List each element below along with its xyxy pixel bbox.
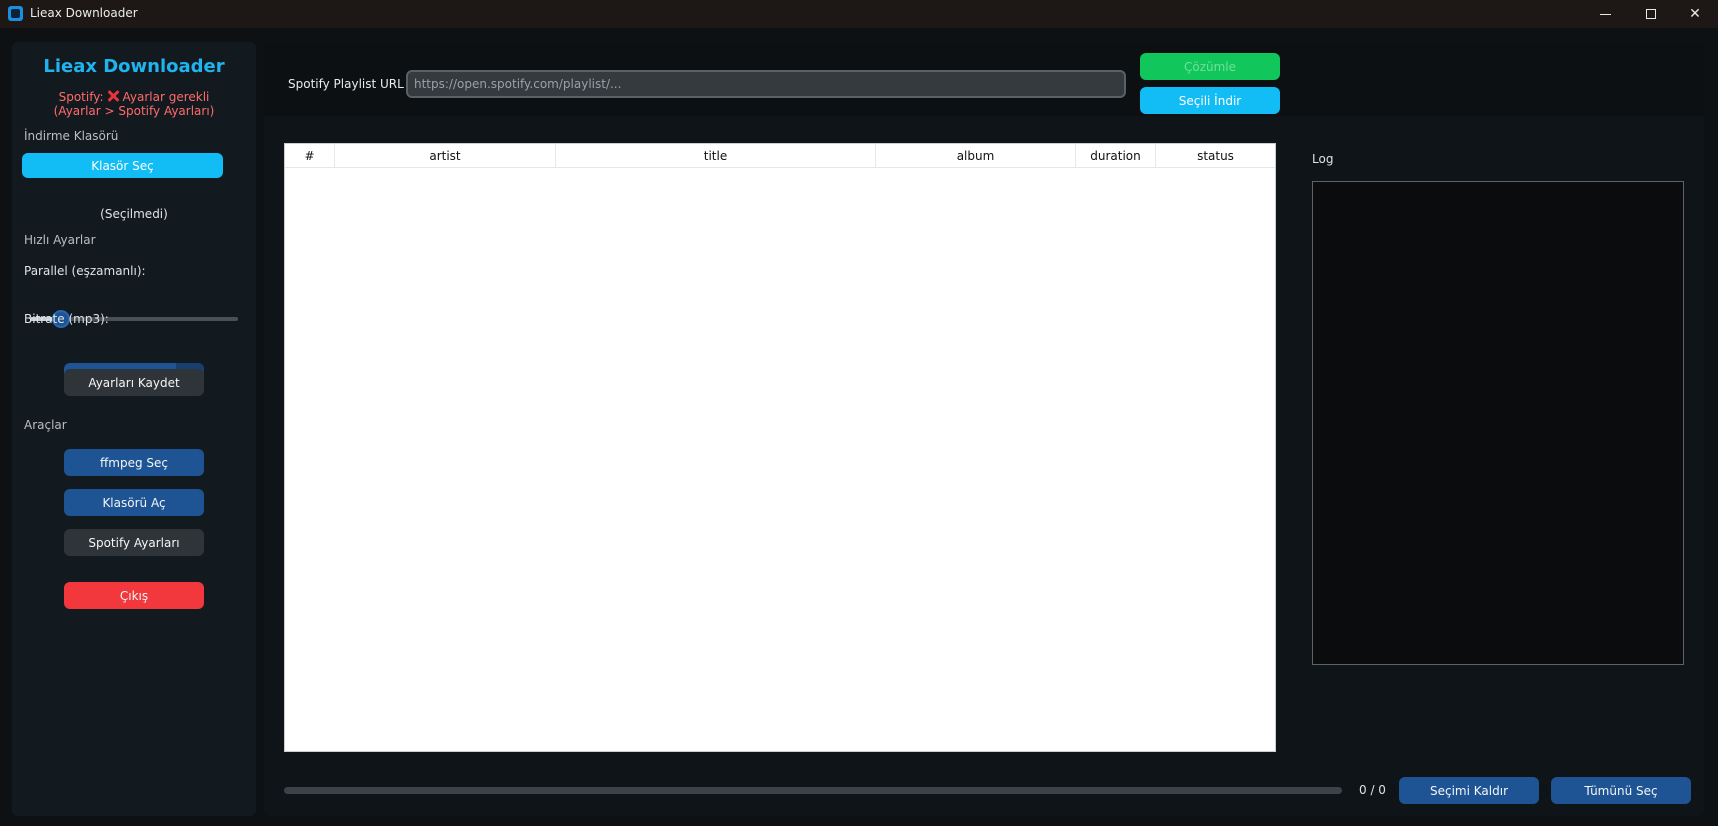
minimize-button[interactable]	[1582, 0, 1628, 28]
app-title: Lieax Downloader	[43, 56, 225, 77]
log-label: Log	[1312, 152, 1334, 166]
spotify-status: Spotify: Ayarlar gerekli	[12, 89, 256, 104]
column-header-album[interactable]: album	[876, 144, 1076, 168]
app-icon	[8, 6, 23, 21]
spotify-status-hint: (Ayarlar > Spotify Ayarları)	[53, 104, 215, 118]
parallel-label: Parallel (eşzamanlı):	[24, 264, 146, 278]
title-bar: Lieax Downloader ✕	[0, 0, 1718, 28]
column-header-title[interactable]: title	[556, 144, 876, 168]
spotify-settings-button[interactable]: Spotify Ayarları	[64, 529, 204, 556]
open-folder-button[interactable]: Klasörü Aç	[64, 489, 204, 516]
column-header-index[interactable]: #	[285, 144, 335, 168]
quick-settings-label: Hızlı Ayarlar	[24, 233, 96, 247]
bitrate-label: Bitrate (mp3):	[24, 312, 109, 326]
progress-bar	[284, 787, 1342, 794]
save-settings-button[interactable]: Ayarları Kaydet	[64, 369, 204, 396]
close-icon: ✕	[1689, 6, 1701, 22]
url-placeholder: https://open.spotify.com/playlist/...	[414, 77, 622, 91]
url-label: Spotify Playlist URL	[288, 77, 404, 91]
table-header: # artist title album duration status	[285, 144, 1275, 168]
exit-button[interactable]: Çıkış	[64, 582, 204, 609]
tools-label: Araçlar	[24, 418, 67, 432]
track-table[interactable]: # artist title album duration status	[284, 143, 1276, 752]
select-folder-button[interactable]: Klasör Seç	[22, 153, 223, 178]
close-button[interactable]: ✕	[1672, 0, 1718, 28]
window-title: Lieax Downloader	[30, 6, 138, 20]
url-bar: Spotify Playlist URL https://open.spotif…	[264, 42, 1704, 116]
spotify-status-text: Ayarlar gerekli	[122, 90, 210, 104]
resolve-button[interactable]: Çözümle	[1140, 53, 1280, 80]
maximize-icon	[1646, 9, 1656, 19]
column-header-artist[interactable]: artist	[335, 144, 556, 168]
deselect-button[interactable]: Seçimi Kaldır	[1399, 777, 1539, 804]
column-header-duration[interactable]: duration	[1076, 144, 1156, 168]
minimize-icon	[1599, 13, 1611, 15]
spotify-status-prefix: Spotify:	[58, 90, 104, 104]
log-textbox[interactable]	[1312, 181, 1684, 665]
maximize-button[interactable]	[1628, 0, 1674, 28]
playlist-url-input[interactable]: https://open.spotify.com/playlist/...	[406, 70, 1126, 98]
progress-count: 0 / 0	[1359, 783, 1386, 797]
sidebar: Lieax Downloader Spotify: Ayarlar gerekli…	[12, 42, 256, 816]
main-panel: Spotify Playlist URL https://open.spotif…	[264, 42, 1704, 816]
column-header-status[interactable]: status	[1156, 144, 1275, 168]
selected-folder-value: (Seçilmedi)	[100, 207, 168, 221]
download-selected-button[interactable]: Seçili İndir	[1140, 87, 1280, 114]
ffmpeg-select-button[interactable]: ffmpeg Seç	[64, 449, 204, 476]
download-folder-label: İndirme Klasörü	[24, 129, 119, 143]
cross-mark-icon	[106, 89, 120, 103]
select-all-button[interactable]: Tümünü Seç	[1551, 777, 1691, 804]
